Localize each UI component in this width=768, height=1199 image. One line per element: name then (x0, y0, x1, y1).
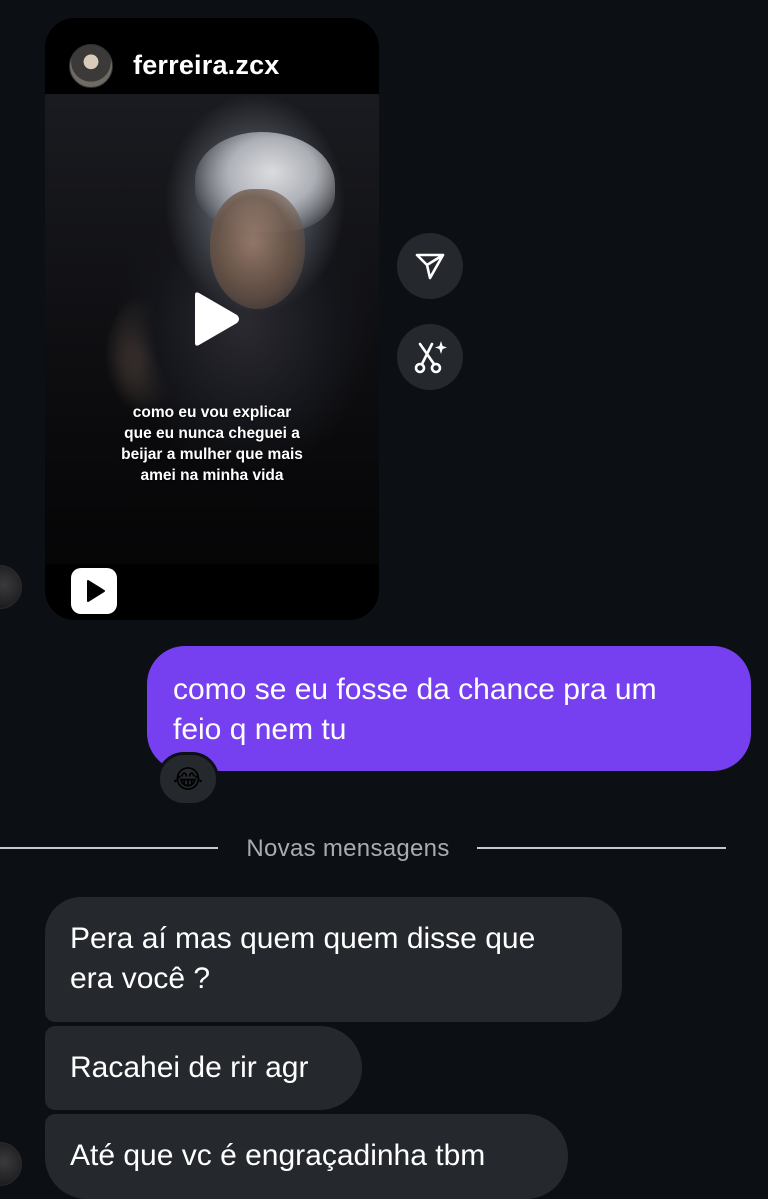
message-text: Pera aí mas quem quem disse que (70, 922, 536, 955)
share-button[interactable] (397, 233, 463, 299)
reels-icon[interactable] (71, 568, 117, 614)
message-text: Racahei de rir agr (70, 1051, 309, 1084)
reel-username[interactable]: ferreira.zcx (133, 50, 280, 81)
sent-message-bubble[interactable]: como se eu fosse da chance pra um feio q… (147, 646, 751, 771)
message-text: como se eu fosse da chance pra um (173, 673, 657, 706)
new-messages-divider-label: Novas mensagens (246, 835, 450, 862)
reel-footer (45, 564, 379, 620)
divider-line (477, 847, 726, 849)
message-text: era você ? (70, 962, 211, 995)
scissors-sparkle-icon (414, 341, 447, 374)
message-text: feio q nem tu (173, 713, 347, 746)
reel-caption-line: que eu nunca cheguei a (124, 425, 300, 442)
reel-header: ferreira.zcx (45, 18, 379, 94)
reel-caption: como eu vou explicar que eu nunca chegue… (45, 402, 379, 486)
laughing-emoji: 😂 (172, 763, 204, 794)
chat-screen: ferreira.zcx como eu vou explicar que eu… (0, 0, 768, 1199)
sender-avatar[interactable] (0, 1142, 22, 1186)
reel-caption-line: amei na minha vida (140, 467, 284, 484)
received-message-bubble[interactable]: Pera aí mas quem quem disse que era você… (45, 897, 622, 1022)
reel-caption-line: beijar a mulher que mais (121, 446, 303, 463)
message-reaction[interactable]: 😂 (157, 752, 219, 806)
remix-button[interactable] (397, 324, 463, 390)
sender-avatar[interactable] (0, 565, 22, 609)
received-message-bubble[interactable]: Racahei de rir agr (45, 1026, 362, 1110)
reel-video-thumbnail[interactable]: como eu vou explicar que eu nunca chegue… (45, 94, 379, 564)
play-icon[interactable] (183, 289, 243, 349)
reel-caption-line: como eu vou explicar (132, 404, 292, 421)
send-icon (415, 253, 445, 280)
shared-reel-card[interactable]: ferreira.zcx como eu vou explicar que eu… (45, 18, 379, 620)
message-text: Até que vc é engraçadinha tbm (70, 1139, 486, 1172)
received-message-bubble[interactable]: Até que vc é engraçadinha tbm (45, 1114, 568, 1199)
reel-author-avatar[interactable] (69, 44, 113, 88)
